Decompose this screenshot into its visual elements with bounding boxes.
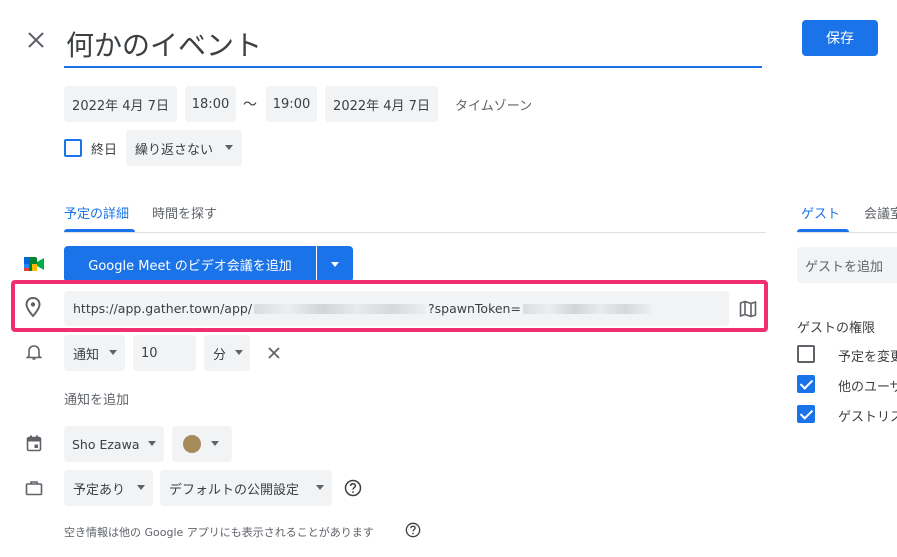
location-url-prefix: https://app.gather.town/app/ (73, 301, 253, 316)
tab-find-time[interactable]: 時間を探す (152, 203, 217, 222)
chevron-down-icon (316, 485, 324, 490)
help-button[interactable] (343, 478, 363, 498)
notification-unit-value: 分 (213, 347, 227, 363)
bell-icon (25, 342, 43, 362)
add-notification-link[interactable]: 通知を追加 (64, 389, 129, 408)
chevron-down-icon (148, 441, 156, 446)
chevron-down-icon (137, 485, 145, 490)
calendar-icon (25, 434, 43, 452)
notification-amount-value: 10 (141, 345, 158, 361)
tab-event-details[interactable]: 予定の詳細 (64, 203, 129, 222)
permission-see-list-checkbox[interactable] (797, 405, 815, 423)
availability-value: 予定あり (73, 482, 126, 498)
start-date-field[interactable]: 2022年 4月 7日 (64, 86, 177, 122)
add-meet-label: Google Meet のビデオ会議を追加 (88, 258, 292, 274)
permission-invite-checkbox[interactable] (797, 375, 815, 393)
availability-dropdown[interactable]: 予定あり (64, 470, 153, 506)
close-icon (268, 347, 280, 359)
add-guests-input[interactable]: ゲストを追加 (797, 247, 897, 283)
guest-permissions-title: ゲストの権限 (797, 321, 876, 336)
close-icon (28, 32, 44, 48)
guests-panel: ゲスト 会議室 ゲストを追加 ゲストの権限 予定を変更する 他のユーザーを招待す… (797, 190, 897, 557)
calendar-owner-dropdown[interactable]: Sho Ezawa (64, 426, 164, 462)
guests-tabs-divider (797, 232, 897, 233)
start-date-text: 2022年 4月 7日 (72, 98, 169, 114)
redacted-text (522, 303, 651, 314)
close-button[interactable] (22, 26, 50, 54)
color-swatch (183, 435, 201, 453)
notification-type-value: 通知 (73, 347, 100, 363)
remove-notification-button[interactable] (263, 342, 285, 364)
location-url-middle: ?spawnToken= (428, 301, 521, 316)
map-icon (739, 300, 757, 318)
notification-unit-dropdown[interactable]: 分 (204, 335, 250, 371)
repeat-value: 繰り返さない (135, 142, 214, 158)
redacted-text (254, 303, 427, 314)
chevron-down-icon (331, 261, 339, 267)
tab-rooms[interactable]: 会議室 (864, 203, 897, 222)
save-label: 保存 (826, 31, 854, 47)
visibility-dropdown[interactable]: デフォルトの公開設定 (160, 470, 332, 506)
timezone-button[interactable]: タイムゾーン (455, 95, 532, 114)
calendar-owner-value: Sho Ezawa (72, 436, 140, 452)
help-icon (344, 479, 362, 497)
add-meet-button[interactable]: Google Meet のビデオ会議を追加 (64, 246, 316, 282)
location-input[interactable]: https://app.gather.town/app/ ?spawnToken… (64, 291, 729, 326)
help-button-small[interactable] (404, 521, 422, 539)
chevron-down-icon (211, 441, 219, 446)
end-date-text: 2022年 4月 7日 (333, 98, 430, 114)
end-date-field[interactable]: 2022年 4月 7日 (325, 86, 438, 122)
meet-options-button[interactable] (317, 246, 353, 282)
title-input[interactable]: 何かのイベント (64, 18, 762, 68)
start-time-field[interactable]: 18:00 (185, 86, 236, 122)
tab-guests[interactable]: ゲスト (801, 203, 840, 222)
chevron-down-icon (225, 145, 233, 150)
tabs-divider (64, 232, 766, 233)
title-text: 何かのイベント (66, 29, 263, 62)
map-button[interactable] (737, 298, 759, 320)
event-color-dropdown[interactable] (172, 426, 232, 462)
permission-modify-checkbox[interactable] (797, 345, 815, 363)
permission-modify-label: 予定を変更する (838, 350, 897, 365)
availability-note: 空き情報は他の Google アプリにも表示されることがあります (64, 526, 374, 539)
google-meet-icon (23, 255, 45, 273)
time-separator: 〜 (243, 97, 257, 113)
location-pin-icon (24, 296, 42, 318)
all-day-checkbox[interactable] (64, 139, 82, 157)
start-time-text: 18:00 (191, 96, 230, 112)
permission-see-list-label: ゲストリストを表示する (838, 410, 897, 425)
all-day-label: 終日 (91, 143, 118, 158)
save-button[interactable]: 保存 (802, 20, 878, 56)
help-icon (405, 522, 421, 538)
briefcase-icon (24, 479, 44, 497)
end-time-field[interactable]: 19:00 (266, 86, 317, 122)
permission-invite-label: 他のユーザーを招待する (838, 380, 897, 395)
chevron-down-icon (109, 350, 117, 355)
notification-type-dropdown[interactable]: 通知 (64, 335, 125, 371)
repeat-dropdown[interactable]: 繰り返さない (126, 130, 242, 166)
visibility-value: デフォルトの公開設定 (169, 482, 300, 498)
notification-amount-input[interactable]: 10 (133, 335, 196, 371)
end-time-text: 19:00 (272, 96, 311, 112)
chevron-down-icon (235, 350, 243, 355)
add-guests-placeholder: ゲストを追加 (805, 259, 884, 275)
